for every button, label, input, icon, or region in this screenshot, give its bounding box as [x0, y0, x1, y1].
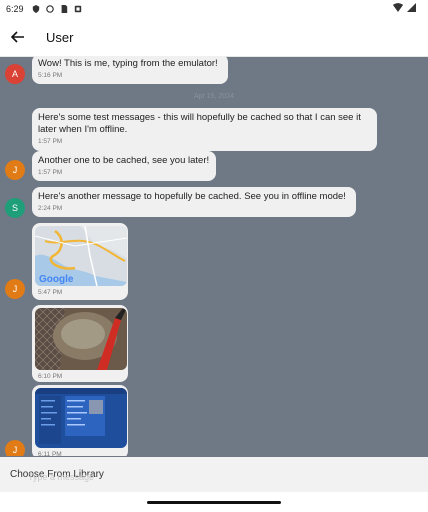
message-time: 5:47 PM	[38, 289, 63, 296]
message-text: Wow! This is me, typing from the emulato…	[38, 58, 218, 69]
home-handle[interactable]	[147, 501, 281, 504]
google-logo: Google	[39, 274, 74, 285]
avatar[interactable]: S	[5, 198, 25, 218]
notification-icon	[74, 5, 81, 13]
image-message[interactable]: 6:10 PM	[32, 305, 128, 382]
message-time: 1:57 PM	[38, 169, 63, 176]
avatar[interactable]: J	[5, 160, 25, 180]
avatar[interactable]: A	[5, 64, 25, 84]
message-text: Here's another message to hopefully be c…	[38, 191, 346, 202]
status-bar: 6:29	[0, 0, 428, 18]
message-input[interactable]: Type a message	[28, 472, 94, 482]
sim-card-icon	[61, 5, 67, 13]
message-time: 1:57 PM	[38, 138, 63, 145]
message-text: Here's some test messages - this will ho…	[38, 112, 361, 135]
photo-image[interactable]	[35, 308, 127, 370]
date-separator: Apr 15, 2024	[193, 93, 235, 100]
message-time: 6:10 PM	[38, 373, 63, 380]
avatar[interactable]: J	[5, 279, 25, 299]
message-time: 2:24 PM	[38, 205, 63, 212]
image-message[interactable]: 6:11 PM	[32, 385, 128, 456]
avatar[interactable]: J	[5, 440, 25, 456]
arrow-back-icon	[11, 31, 24, 43]
message-time: 5:16 PM	[38, 72, 63, 79]
app-bar: User	[0, 18, 428, 57]
screenshot-image[interactable]	[35, 388, 127, 448]
signal-icon	[407, 3, 416, 12]
message-time: 6:11 PM	[38, 451, 62, 456]
message-bubble[interactable]: Wow! This is me, typing from the emulato…	[32, 56, 228, 84]
message-list[interactable]: A Wow! This is me, typing from the emula…	[0, 56, 428, 456]
status-time: 6:29	[6, 4, 24, 14]
message-bubble[interactable]: Another one to be cached, see you later!…	[32, 151, 216, 181]
shield-icon	[32, 5, 39, 13]
map-image[interactable]: Google	[35, 226, 127, 286]
message-bubble[interactable]: Here's some test messages - this will ho…	[32, 108, 377, 151]
message-text: Another one to be cached, see you later!	[38, 155, 210, 166]
message-bubble[interactable]: Here's another message to hopefully be c…	[32, 187, 356, 217]
page-title: User	[46, 29, 74, 45]
back-button[interactable]	[0, 19, 36, 55]
play-protect-icon	[45, 5, 54, 13]
wifi-icon	[393, 3, 403, 12]
image-message[interactable]: Google 5:47 PM	[32, 223, 128, 300]
navigation-bar	[0, 492, 428, 512]
